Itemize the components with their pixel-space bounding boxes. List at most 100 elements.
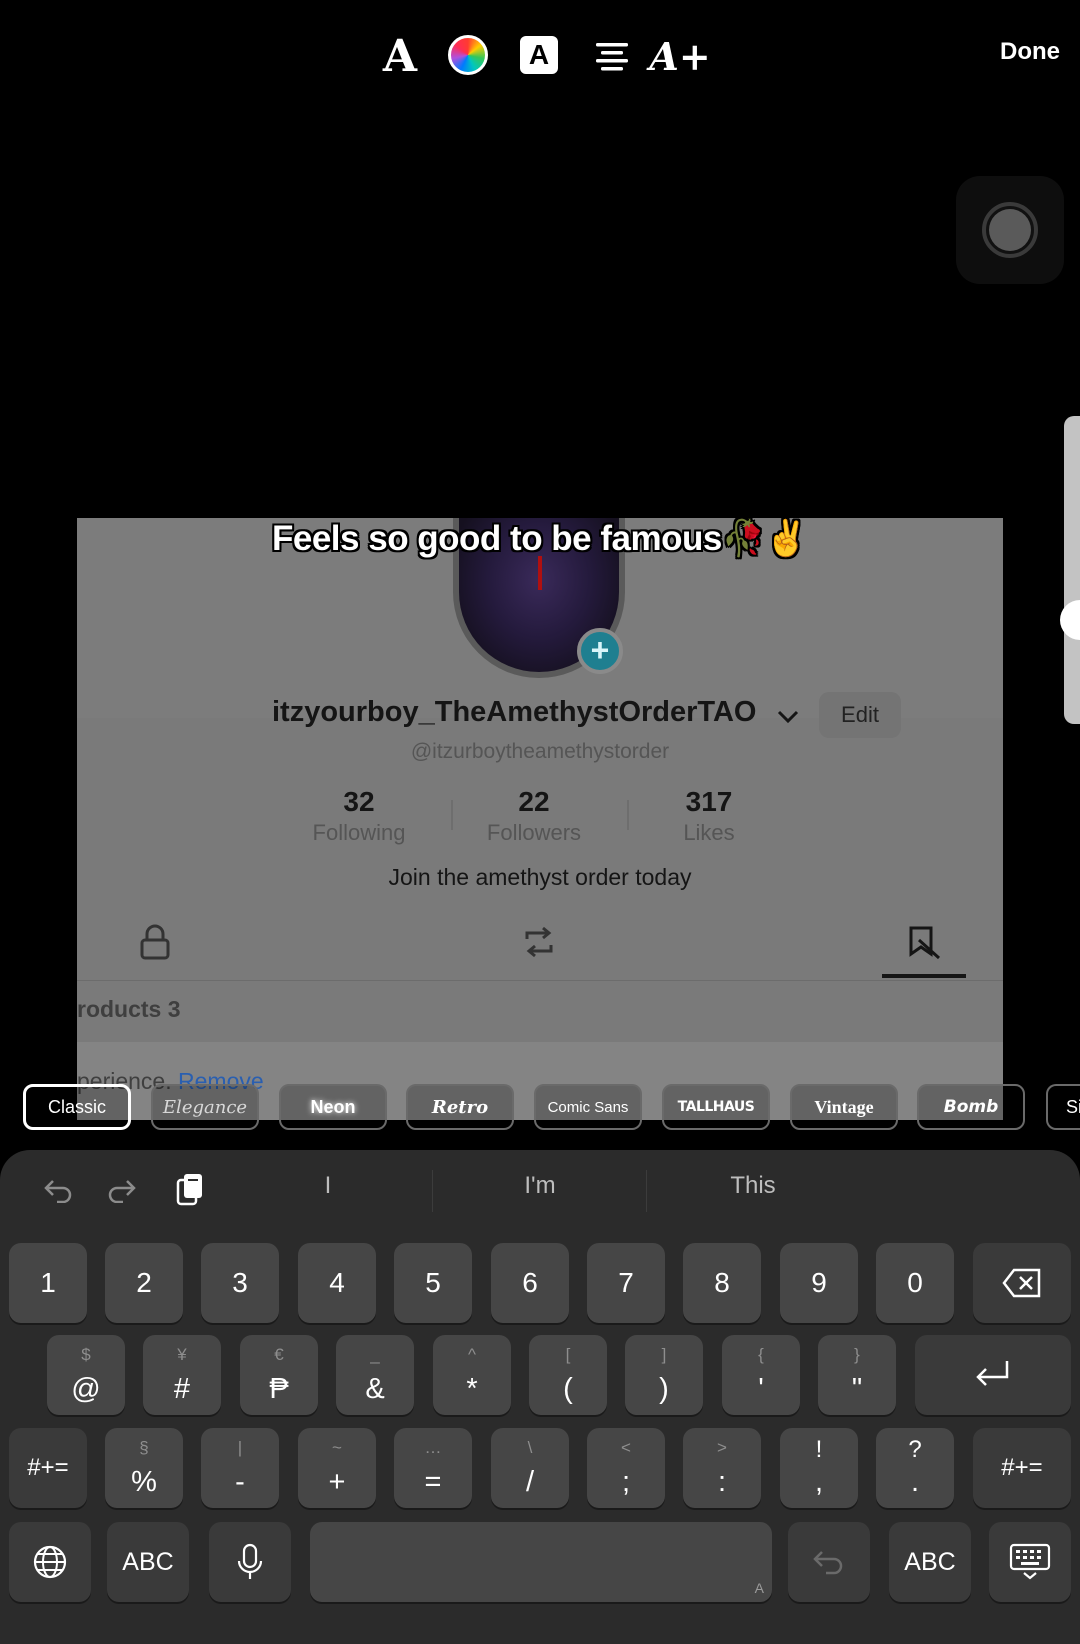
delete-key[interactable] <box>973 1243 1071 1323</box>
key-colon[interactable]: >: <box>683 1428 761 1508</box>
story-text-editor: A A A+ Done whisper + itzyourboy_TheAmet… <box>0 0 1080 1644</box>
key-close-paren[interactable]: ]) <box>625 1335 703 1415</box>
products-label: roducts 3 <box>77 996 181 1022</box>
font-style-selector: Classic Elegance Neon Retro Comic Sans T… <box>0 1084 1080 1132</box>
return-key[interactable] <box>915 1335 1071 1415</box>
font-style-tallhaus[interactable]: TALLHAUS <box>662 1084 770 1130</box>
abc-key-right[interactable]: ABC <box>889 1522 971 1602</box>
stat-followers-label: Followers <box>486 820 582 845</box>
capture-button-container <box>956 176 1064 284</box>
capture-button[interactable] <box>982 202 1038 258</box>
stat-followers-count: 22 <box>518 786 550 817</box>
stat-following-count: 32 <box>343 786 375 817</box>
undo-key[interactable] <box>788 1522 870 1602</box>
profile-username: itzyourboy_TheAmethystOrderTAO <box>272 696 757 728</box>
key-asterisk[interactable]: ^ * <box>433 1335 511 1415</box>
redo-icon[interactable] <box>102 1170 142 1210</box>
key-semicolon[interactable]: <; <box>587 1428 665 1508</box>
space-key-caption: A <box>754 1580 764 1596</box>
key-0[interactable]: 0 <box>876 1243 954 1323</box>
return-icon <box>976 1361 1009 1386</box>
key-apostrophe[interactable]: {' <box>722 1335 800 1415</box>
done-button[interactable]: Done <box>1000 38 1060 66</box>
active-tab-indicator <box>882 974 966 978</box>
key-4[interactable]: 4 <box>298 1243 376 1323</box>
capture-dot-icon <box>989 209 1031 251</box>
suggestion-3[interactable]: This <box>653 1172 853 1200</box>
paste-icon[interactable] <box>170 1170 210 1210</box>
font-style-comic-sans[interactable]: Comic Sans <box>534 1084 642 1130</box>
abc-key-left[interactable]: ABC <box>107 1522 189 1602</box>
text-size-slider[interactable] <box>1064 416 1080 724</box>
suggestion-1[interactable]: I <box>228 1172 428 1200</box>
dismiss-keyboard-key[interactable] <box>989 1522 1071 1602</box>
profile-bio: Join the amethyst order today <box>388 864 692 890</box>
key-7[interactable]: 7 <box>587 1243 665 1323</box>
key-1[interactable]: 1 <box>9 1243 87 1323</box>
font-style-vintage[interactable]: Vintage <box>790 1084 898 1130</box>
key-peso[interactable]: € ₱ <box>240 1335 318 1415</box>
delete-icon <box>1002 1268 1041 1298</box>
key-slash[interactable]: \ / <box>491 1428 569 1508</box>
microphone-icon <box>237 1543 263 1579</box>
key-period[interactable]: ?. <box>876 1428 954 1508</box>
globe-key[interactable] <box>9 1522 91 1602</box>
stat-likes-label: Likes <box>683 820 735 845</box>
text-size-slider-thumb[interactable] <box>1060 600 1080 640</box>
key-3[interactable]: 3 <box>201 1243 279 1323</box>
key-hyphen[interactable]: | - <box>201 1428 279 1508</box>
keyboard: I I'm This 1 2 3 4 5 6 7 8 9 0 $ @ ¥ # € ₱ … <box>0 1150 1080 1644</box>
key-5[interactable]: 5 <box>394 1243 472 1323</box>
color-picker-button[interactable] <box>448 35 488 75</box>
key-ampersand[interactable]: _ & <box>336 1335 414 1415</box>
key-at[interactable]: $ @ <box>47 1335 125 1415</box>
text-effects-button[interactable]: A+ <box>649 32 710 80</box>
font-style-bomb[interactable]: Bomb <box>917 1084 1025 1130</box>
profile-handle: @itzurboytheamethystorder <box>410 740 670 763</box>
more-symbols-key-left[interactable]: #+= <box>9 1428 87 1508</box>
profile-screenshot-image[interactable]: whisper + itzyourboy_TheAmethystOrderTAO… <box>77 518 1003 1120</box>
suggestion-divider <box>646 1170 647 1212</box>
key-comma[interactable]: !, <box>780 1428 858 1508</box>
globe-icon <box>33 1545 67 1579</box>
stat-following-label: Following <box>312 820 406 845</box>
favorites-hidden-icon <box>903 922 943 962</box>
space-key[interactable]: A <box>310 1522 772 1602</box>
text-background-button[interactable]: A <box>520 36 558 74</box>
profile-edit-button: Edit <box>819 692 901 738</box>
key-percent[interactable]: §% <box>105 1428 183 1508</box>
key-8[interactable]: 8 <box>683 1243 761 1323</box>
repost-icon <box>519 922 559 962</box>
microphone-key[interactable] <box>209 1522 291 1602</box>
font-style-retro[interactable]: Retro <box>406 1084 514 1130</box>
key-equals[interactable]: … = <box>394 1428 472 1508</box>
font-style-elegance[interactable]: Elegance <box>151 1084 259 1130</box>
stat-followers: 22 Followers <box>444 786 624 846</box>
story-caption-text[interactable]: Feels so good to be famous🥀✌️ <box>0 518 1080 559</box>
font-tool-button[interactable]: A <box>376 31 424 82</box>
keyboard-dismiss-icon <box>1009 1543 1051 1580</box>
font-style-next[interactable]: Si <box>1046 1084 1080 1130</box>
undo-arrow-icon <box>813 1551 843 1575</box>
key-2[interactable]: 2 <box>105 1243 183 1323</box>
undo-icon[interactable] <box>38 1170 78 1210</box>
avatar-lightsaber-detail <box>538 556 542 590</box>
stat-following: 32 Following <box>269 786 449 846</box>
align-center-icon <box>596 43 628 71</box>
font-style-neon[interactable]: Neon <box>279 1084 387 1130</box>
key-quote[interactable]: } " <box>818 1335 896 1415</box>
font-style-classic[interactable]: Classic <box>23 1084 131 1130</box>
key-9[interactable]: 9 <box>780 1243 858 1323</box>
more-symbols-key-right[interactable]: #+= <box>973 1428 1071 1508</box>
add-story-plus-icon: + <box>577 628 623 674</box>
lock-icon <box>135 922 175 962</box>
align-center-button[interactable] <box>588 32 636 80</box>
key-plus[interactable]: ~ + <box>298 1428 376 1508</box>
key-6[interactable]: 6 <box>491 1243 569 1323</box>
suggestion-2[interactable]: I'm <box>440 1172 640 1200</box>
screenshot-divider <box>77 980 1003 981</box>
key-open-paren[interactable]: [( <box>529 1335 607 1415</box>
key-hash[interactable]: ¥ # <box>143 1335 221 1415</box>
chevron-down-icon <box>777 704 799 730</box>
keyboard-suggestion-bar: I I'm This <box>0 1150 1080 1230</box>
